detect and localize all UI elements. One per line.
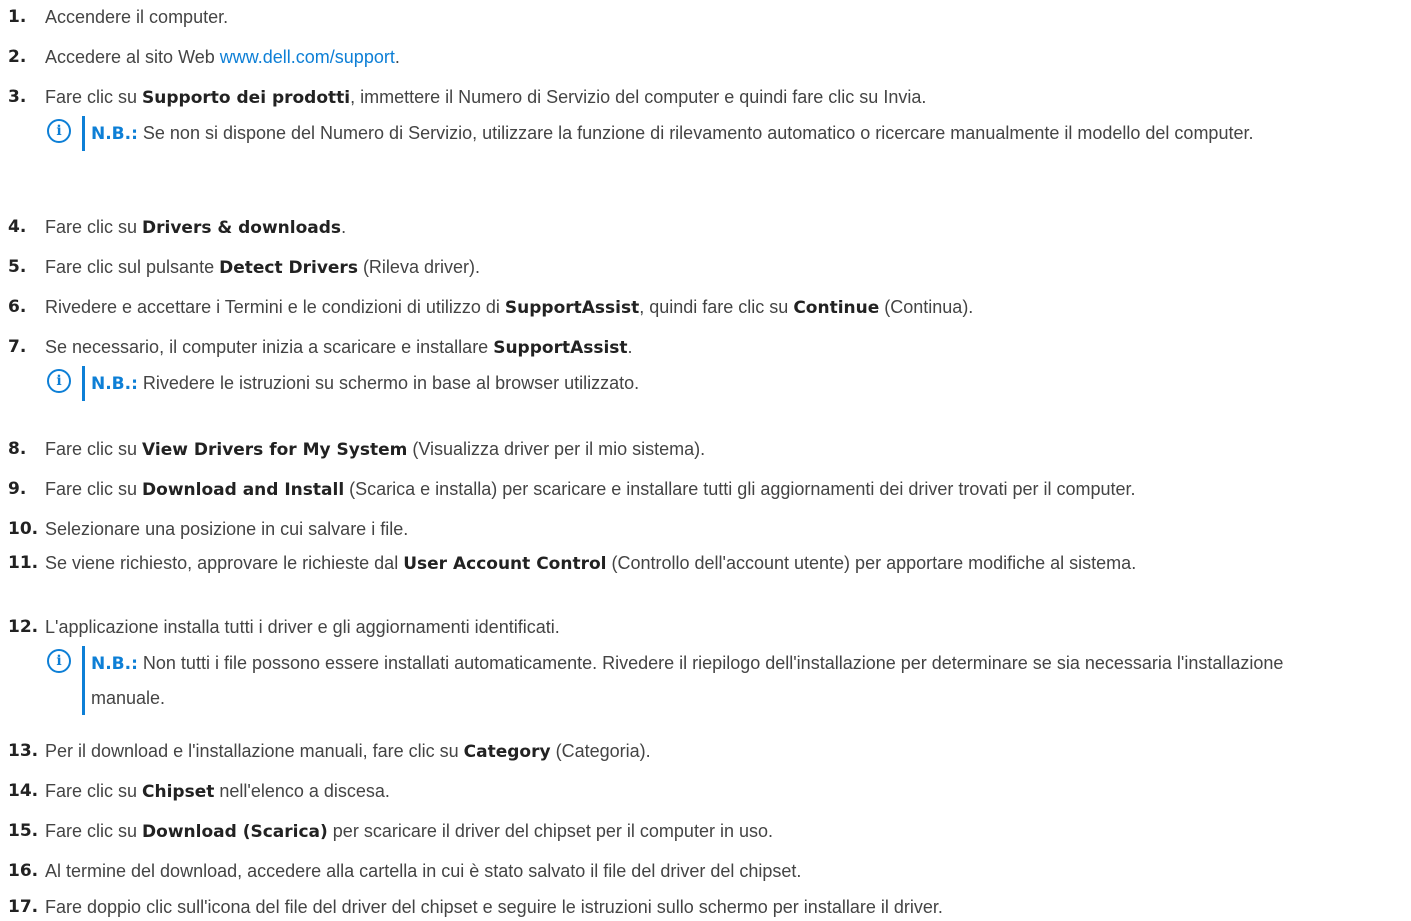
ui-term: Category (463, 742, 551, 762)
step-2: 2. Accedere al sito Web www.dell.com/sup… (8, 44, 1405, 71)
step-number: 9. (8, 479, 27, 499)
ui-term: Download and Install (142, 480, 345, 500)
step-text: Fare clic su (45, 87, 143, 107)
step-text: Fare clic su (45, 479, 143, 499)
step-17: 17. Fare doppio clic sull'icona del file… (8, 894, 1405, 921)
info-icon: i (47, 649, 71, 673)
step-number: 5. (8, 257, 27, 277)
step-13: 13. Per il download e l'installazione ma… (8, 738, 1405, 766)
ui-term: Supporto dei prodotti (142, 88, 351, 108)
step-1: 1. Accendere il computer. (8, 4, 1405, 31)
step-10: 10. Selezionare una posizione in cui sal… (8, 516, 1405, 543)
step-number: 16. (8, 861, 39, 881)
step-number: 14. (8, 781, 39, 801)
step-text-end: . (341, 217, 347, 237)
ui-term: View Drivers for My System (142, 440, 408, 460)
step-text: Se viene richiesto, approvare le richies… (45, 553, 404, 573)
step-number: 15. (8, 821, 39, 841)
step-15: 15. Fare clic su Download (Scarica) per … (8, 818, 1405, 846)
step-text-end: (Scarica e installa) per scaricare e ins… (344, 479, 1136, 499)
step-7: 7. Se necessario, il computer inizia a s… (8, 334, 1405, 362)
ui-term: SupportAssist (493, 338, 628, 358)
step-12: 12. L'applicazione installa tutti i driv… (8, 614, 1405, 641)
step-number: 1. (8, 7, 27, 27)
step-3: 3. Fare clic su Supporto dei prodotti, i… (8, 84, 1405, 112)
step-6: 6. Rivedere e accettare i Termini e le c… (8, 294, 1405, 322)
step-16: 16. Al termine del download, accedere al… (8, 858, 1405, 885)
note-text: Rivedere le istruzioni su schermo in bas… (137, 373, 640, 393)
step-text: Se necessario, il computer inizia a scar… (45, 337, 494, 357)
step-text: Fare clic su (45, 781, 143, 801)
info-icon: i (47, 369, 71, 393)
note-label: N.B.: (91, 374, 138, 394)
info-icon: i (47, 119, 71, 143)
ui-term: Chipset (142, 782, 215, 802)
ui-term: Continue (793, 298, 880, 318)
step-text: Fare clic su (45, 217, 143, 237)
step-14: 14. Fare clic su Chipset nell'elenco a d… (8, 778, 1405, 806)
step-text-end: (Controllo dell'account utente) per appo… (606, 553, 1137, 573)
step-number: 3. (8, 87, 27, 107)
step-9: 9. Fare clic su Download and Install (Sc… (8, 476, 1405, 504)
step-text-end: nell'elenco a discesa. (214, 781, 390, 801)
step-number: 17. (8, 897, 39, 917)
step-text-end: (Categoria). (550, 741, 651, 761)
note-box: i N.B.: Non tutti i file possono essere … (47, 646, 1351, 715)
step-5: 5. Fare clic sul pulsante Detect Drivers… (8, 254, 1405, 282)
step-text-mid: , quindi fare clic su (639, 297, 794, 317)
note-box: i N.B.: Rivedere le istruzioni su scherm… (47, 366, 1401, 401)
step-text: Per il download e l'installazione manual… (45, 741, 464, 761)
step-number: 7. (8, 337, 27, 357)
note-text: Non tutti i file possono essere installa… (91, 653, 1284, 708)
step-text-end: . (394, 47, 400, 67)
step-8: 8. Fare clic su View Drivers for My Syst… (8, 436, 1405, 464)
ui-term: Detect Drivers (219, 258, 358, 278)
step-text: L'applicazione installa tutti i driver e… (45, 617, 560, 637)
step-text: Fare doppio clic sull'icona del file del… (45, 897, 943, 917)
ui-term: SupportAssist (504, 298, 640, 318)
ui-term: Download (Scarica) (142, 822, 328, 842)
step-11: 11. Se viene richiesto, approvare le ric… (8, 550, 1351, 578)
step-number: 13. (8, 741, 39, 761)
step-number: 11. (8, 553, 39, 573)
step-4: 4. Fare clic su Drivers & downloads. (8, 214, 1405, 242)
dell-support-link[interactable]: www.dell.com/support (220, 47, 395, 67)
ui-term: Drivers & downloads (142, 218, 342, 238)
instructions-document: 1. Accendere il computer. 2. Accedere al… (0, 0, 1411, 917)
step-text: Al termine del download, accedere alla c… (45, 861, 802, 881)
step-text: Accedere al sito Web (45, 47, 220, 67)
step-text: Fare clic su (45, 439, 143, 459)
step-text-end: per scaricare il driver del chipset per … (327, 821, 773, 841)
note-label: N.B.: (91, 124, 138, 144)
note-text: Se non si dispone del Numero di Servizio… (137, 123, 1254, 143)
step-text: Fare clic sul pulsante (45, 257, 220, 277)
step-text-end: . (627, 337, 633, 357)
step-number: 12. (8, 617, 39, 637)
step-text: Fare clic su (45, 821, 143, 841)
note-box: i N.B.: Se non si dispone del Numero di … (47, 116, 1401, 151)
step-number: 8. (8, 439, 27, 459)
step-text-end: , immettere il Numero di Servizio del co… (350, 87, 927, 107)
step-text: Selezionare una posizione in cui salvare… (45, 519, 409, 539)
step-text: Accendere il computer. (45, 7, 229, 27)
step-text: Rivedere e accettare i Termini e le cond… (45, 297, 505, 317)
step-number: 6. (8, 297, 27, 317)
step-number: 2. (8, 47, 27, 67)
step-text-end: (Rileva driver). (357, 257, 480, 277)
step-number: 10. (8, 519, 39, 539)
note-label: N.B.: (91, 654, 138, 674)
step-text-end: (Visualizza driver per il mio sistema). (407, 439, 706, 459)
ui-term: User Account Control (403, 554, 607, 574)
step-text-end: (Continua). (879, 297, 974, 317)
step-number: 4. (8, 217, 27, 237)
